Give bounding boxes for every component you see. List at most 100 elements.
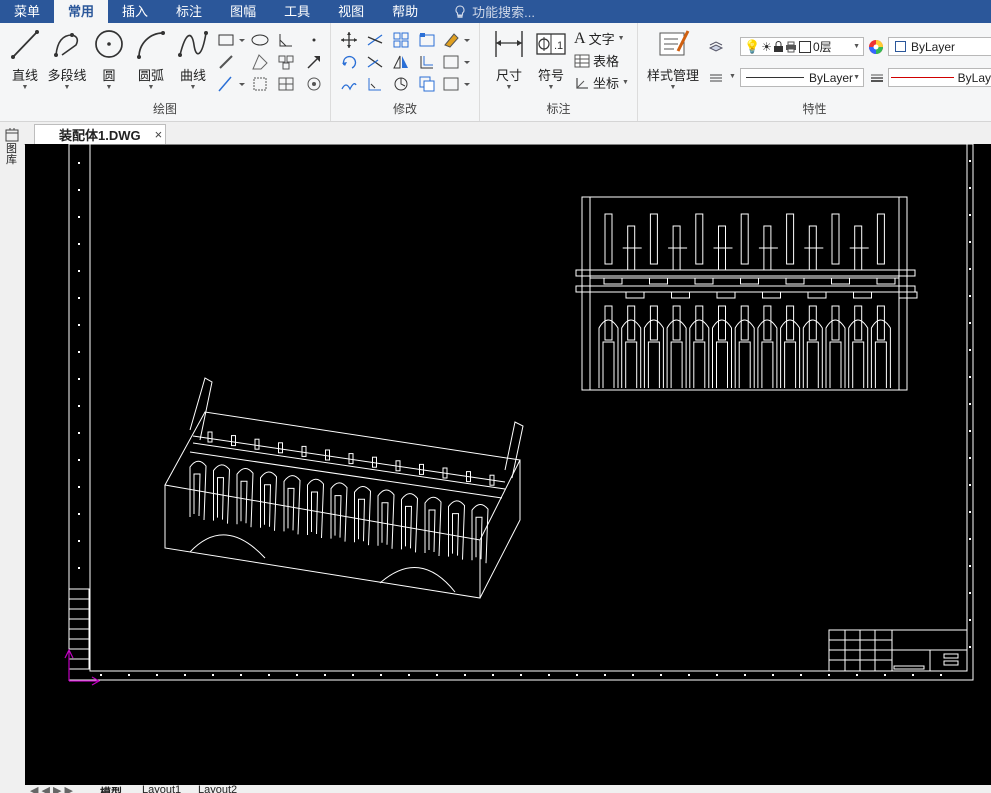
front-view-slots [603,277,918,299]
layer-manager-icon[interactable] [708,38,724,56]
sun-icon[interactable]: ☀ [761,40,772,54]
menu-item-help[interactable]: 帮助 [378,0,432,23]
mirror-icon[interactable] [392,53,410,71]
layout-tab-layout2[interactable]: Layout2 [198,785,237,793]
menu-item-view[interactable]: 视图 [324,0,378,23]
library-panel-icon[interactable] [4,127,20,143]
properties-brush-icon[interactable] [442,53,472,71]
circle-button[interactable]: 圆 ▼ [86,27,132,91]
lineweight-icon[interactable] [868,69,886,87]
iso-pin-inner [287,487,295,531]
region-icon[interactable] [251,75,269,93]
construction-line-icon[interactable] [217,75,247,93]
rotate-icon[interactable] [340,53,358,71]
copy-icon[interactable] [418,75,436,93]
polygon-icon[interactable] [277,31,295,49]
stretch-icon[interactable] [340,75,358,93]
trim-icon[interactable] [366,31,384,49]
style-manager-button[interactable]: 样式管理 ▼ [642,27,704,91]
table-button[interactable]: 表格 [574,51,619,70]
dimension-dropdown-icon[interactable]: ▼ [486,84,532,91]
lightbulb-icon[interactable]: 💡 [744,39,760,55]
menu-item-insert[interactable]: 插入 [108,0,162,23]
curve-button[interactable]: 曲线 ▼ [170,27,216,91]
linetype-combo[interactable]: ByLayer ▼ [740,68,864,87]
menu-item-menu[interactable]: 菜单 [0,0,54,23]
lock-icon[interactable] [773,40,784,53]
curve-dropdown-icon[interactable]: ▼ [170,84,216,91]
point-icon[interactable] [305,31,323,49]
pin-bottom [649,305,658,341]
explode-icon[interactable] [392,75,410,93]
fillet-icon[interactable] [442,75,472,93]
arc-button[interactable]: 圆弧 ▼ [128,27,174,91]
close-icon[interactable]: × [155,127,163,142]
coordinate-dropdown-icon[interactable]: ▼ [622,79,629,86]
pin-bottom [786,305,795,341]
ruler-tick [969,565,971,567]
ellipse-icon[interactable] [251,31,269,49]
layer-combo[interactable]: 💡 ☀ 0层 ▼ [740,37,864,56]
ruler-tick [212,674,214,676]
menu-bar: 菜单 常用 插入 标注 图幅 工具 视图 帮助 功能搜索... [0,0,991,23]
pencil-icon[interactable] [217,53,235,71]
ruler-tick [969,376,971,378]
layout-tab-model[interactable]: 模型 [100,785,122,793]
menu-item-home[interactable]: 常用 [54,0,109,23]
feature-search[interactable]: 功能搜索... [454,2,535,21]
block-icon[interactable] [277,53,295,71]
scale-icon[interactable] [418,31,436,49]
color-wheel-icon[interactable] [867,38,885,56]
layout-nav-arrows[interactable]: ◀ ◀ ▶ ▶ [30,785,73,793]
layout-tab-layout1[interactable]: Layout1 [142,785,181,793]
array-icon[interactable] [392,31,410,49]
spiral-icon[interactable] [305,75,323,93]
library-panel-label[interactable]: 图库 [6,144,18,166]
line-dropdown-icon[interactable]: ▼ [2,84,48,91]
menu-item-tools[interactable]: 工具 [270,0,324,23]
document-tab[interactable]: 装配体1.DWG × [34,124,166,144]
text-button[interactable]: A 文字 ▼ [574,29,625,48]
printer-icon[interactable] [785,41,797,53]
table-draw-icon[interactable] [277,75,295,93]
coordinate-button[interactable]: 坐标 ▼ [574,73,629,92]
chamfer-icon[interactable] [366,75,384,93]
polyline-dropdown-icon[interactable]: ▼ [44,84,90,91]
dimension-button[interactable]: 尺寸 ▼ [486,27,532,91]
linetype-dropdown-icon[interactable]: ▼ [853,74,860,81]
ruler-tick [156,674,158,676]
menu-item-annotate[interactable]: 标注 [162,0,216,23]
circle-dropdown-icon[interactable]: ▼ [86,84,132,91]
rectangle-icon[interactable] [217,31,247,49]
style-manager-dropdown-icon[interactable]: ▼ [642,84,704,91]
ruler-tick [78,324,80,326]
text-dropdown-icon[interactable]: ▼ [618,35,625,42]
offset-icon[interactable] [418,53,436,71]
arc-dropdown-icon[interactable]: ▼ [128,84,174,91]
hatch-icon[interactable] [251,53,269,71]
eraser-icon[interactable] [442,31,472,49]
menu-item-frame[interactable]: 图幅 [216,0,270,23]
pin-bottom [627,305,636,341]
arrow-icon[interactable] [305,53,323,71]
ruler-tick [969,403,971,405]
extend-icon[interactable] [366,53,384,71]
list-dropdown-icon[interactable]: ▼ [729,73,736,80]
slot [716,291,736,299]
table-label: 表格 [593,54,620,69]
line-button[interactable]: 直线 ▼ [2,27,48,91]
symbol-button[interactable]: .1 符号 ▼ [528,27,574,91]
list-icon[interactable] [708,69,724,87]
layer-dropdown-icon[interactable]: ▼ [853,43,860,50]
color-combo[interactable]: ByLayer [888,37,991,56]
feature-search-placeholder: 功能搜索... [472,5,535,20]
ruler-tick [969,430,971,432]
move-icon[interactable] [340,31,358,49]
drawing-canvas[interactable] [25,144,991,785]
symbol-dropdown-icon[interactable]: ▼ [528,84,574,91]
lineweight-combo[interactable]: ByLay [888,68,991,87]
pin-contour [621,319,642,388]
iso-pin-top [207,431,213,443]
ruler-tick [352,674,354,676]
polyline-button[interactable]: 多段线 ▼ [44,27,90,91]
